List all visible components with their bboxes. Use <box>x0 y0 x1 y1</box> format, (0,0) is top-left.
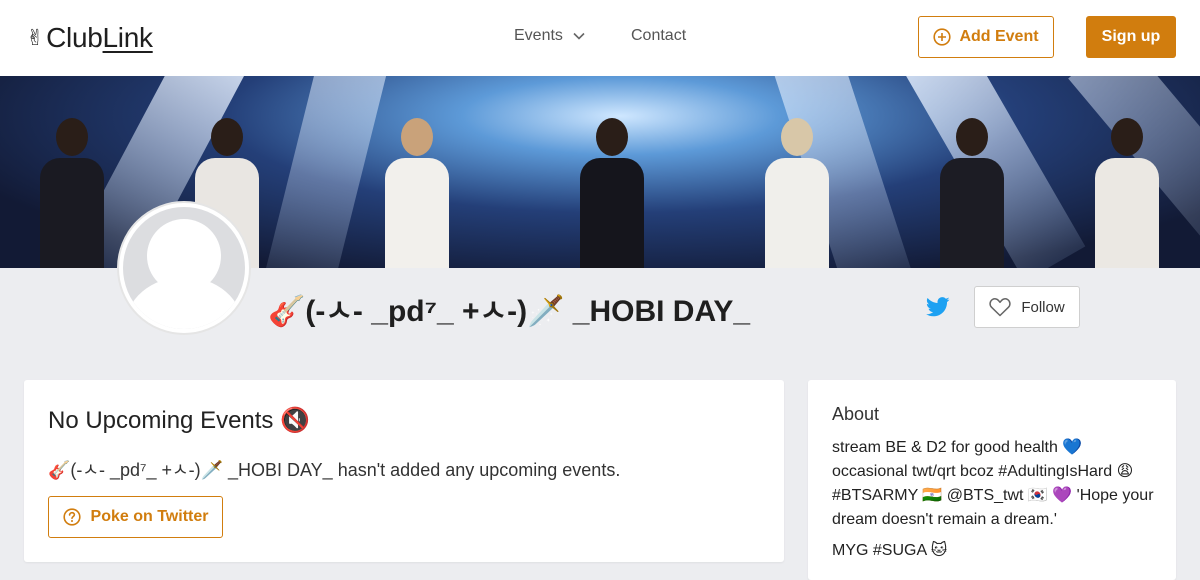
site-header: ✌ Club Link Events Contact Add Event Sig… <box>0 0 1200 76</box>
add-event-label: Add Event <box>959 28 1039 45</box>
default-user-icon <box>123 207 245 329</box>
chevron-down-icon <box>573 32 585 40</box>
performer-figure <box>765 118 829 268</box>
performer-figure <box>940 118 1004 268</box>
profile-avatar <box>117 201 251 335</box>
events-heading: No Upcoming Events 🔇 <box>48 407 310 434</box>
events-empty-message: 🎸(-ㅅ- _pd⁷_ +ㅅ-)🗡️ _HOBI DAY_ hasn't add… <box>48 460 621 480</box>
logo-text-club: Club <box>46 22 103 53</box>
nav-events-label: Events <box>514 27 563 44</box>
add-event-button[interactable]: Add Event <box>918 16 1054 58</box>
poke-label: Poke on Twitter <box>90 508 209 525</box>
about-bio-line2: MYG #SUGA 🐱 <box>832 542 948 559</box>
poke-on-twitter-button[interactable]: Poke on Twitter <box>48 496 223 538</box>
clublink-logo[interactable]: ✌ Club Link <box>26 22 153 54</box>
performer-figure <box>385 118 449 268</box>
follow-button[interactable]: Follow <box>974 286 1080 328</box>
twitter-icon[interactable] <box>926 296 950 318</box>
stage-light-beam <box>262 76 389 268</box>
nav-contact-link[interactable]: Contact <box>631 27 686 45</box>
performer-figure <box>40 118 104 268</box>
heart-icon <box>989 298 1011 317</box>
follow-label: Follow <box>1021 298 1065 316</box>
upcoming-events-card: No Upcoming Events 🔇 🎸(-ㅅ- _pd⁷_ +ㅅ-)🗡️ … <box>24 380 784 562</box>
about-card: About stream BE & D2 for good health 💙 o… <box>808 380 1176 580</box>
performer-figure <box>580 118 644 268</box>
sign-up-button[interactable]: Sign up <box>1086 16 1176 58</box>
about-bio: stream BE & D2 for good health 💙 occasio… <box>832 439 1154 528</box>
plus-circle-icon <box>933 28 952 46</box>
profile-name: 🎸(-ㅅ- _pd⁷_ +ㅅ-)🗡️ _HOBI DAY_ <box>268 295 751 328</box>
performer-figure <box>1095 118 1159 268</box>
victory-hand-icon: ✌ <box>26 25 45 50</box>
nav-events-dropdown[interactable]: Events <box>514 27 585 45</box>
logo-text-link: Link <box>102 22 153 53</box>
question-circle-icon <box>62 508 81 526</box>
about-heading: About <box>832 404 880 424</box>
